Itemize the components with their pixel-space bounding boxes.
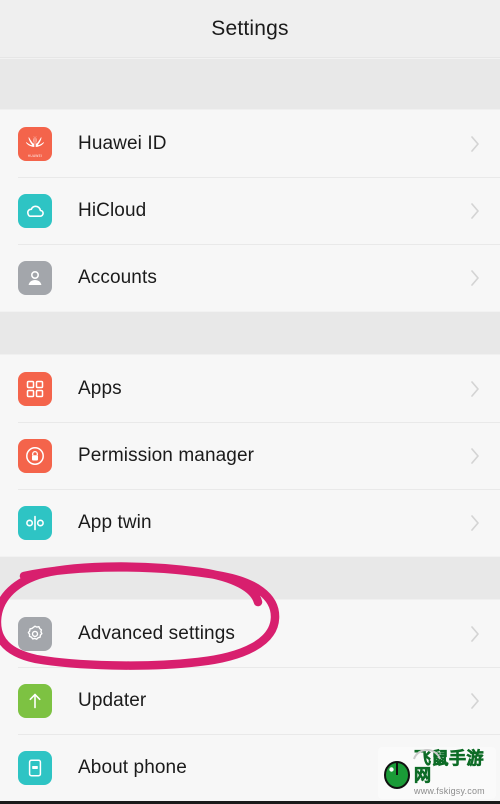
list-item-accounts[interactable]: Accounts bbox=[0, 244, 500, 311]
app-twin-icon bbox=[18, 505, 52, 540]
list-item-label: Permission manager bbox=[78, 444, 255, 466]
phone-info-icon bbox=[18, 750, 52, 785]
mouse-icon bbox=[384, 761, 410, 789]
list-item-hicloud[interactable]: HiCloud bbox=[0, 177, 500, 244]
watermark-url: www.fskigsy.com bbox=[414, 786, 485, 796]
account-group: HUAWEI Huawei ID HiCloud Accounts bbox=[0, 110, 500, 311]
person-icon bbox=[18, 260, 52, 295]
chevron-right-icon bbox=[470, 446, 482, 466]
lock-circle-icon bbox=[18, 438, 52, 473]
list-item-app-twin[interactable]: App twin bbox=[0, 489, 500, 556]
app-grid-icon bbox=[18, 371, 52, 406]
group-spacer-bottom bbox=[0, 556, 500, 600]
list-item-label: Accounts bbox=[78, 266, 157, 288]
list-item-label: Advanced settings bbox=[78, 622, 235, 644]
app-header: Settings bbox=[0, 0, 500, 58]
list-item-updater[interactable]: Updater bbox=[0, 667, 500, 734]
list-item-label: App twin bbox=[78, 511, 152, 533]
list-item-advanced-settings[interactable]: Advanced settings bbox=[0, 600, 500, 667]
list-item-label: Huawei ID bbox=[78, 132, 167, 154]
cloud-icon bbox=[18, 193, 52, 228]
group-spacer-mid bbox=[0, 311, 500, 355]
list-item-huawei-id[interactable]: HUAWEI Huawei ID bbox=[0, 110, 500, 177]
settings-screen: Settings HUAWEI Huawei ID HiCloud Accoun… bbox=[0, 0, 500, 804]
chevron-right-icon bbox=[470, 624, 482, 644]
apps-group: Apps Permission manager App twin bbox=[0, 355, 500, 556]
chevron-right-icon bbox=[470, 691, 482, 711]
list-item-label: HiCloud bbox=[78, 199, 147, 221]
huawei-logo-icon: HUAWEI bbox=[18, 126, 52, 161]
list-item-apps[interactable]: Apps bbox=[0, 355, 500, 422]
chevron-right-icon bbox=[470, 134, 482, 154]
gear-icon bbox=[18, 616, 52, 651]
chevron-right-icon bbox=[470, 201, 482, 221]
list-item-label: Apps bbox=[78, 377, 122, 399]
chevron-right-icon bbox=[470, 268, 482, 288]
huawei-brand-text: HUAWEI bbox=[27, 153, 43, 158]
group-spacer-top bbox=[0, 58, 500, 110]
chevron-right-icon bbox=[470, 513, 482, 533]
page-title: Settings bbox=[211, 16, 289, 40]
list-item-permission-manager[interactable]: Permission manager bbox=[0, 422, 500, 489]
site-watermark: 飞鼠手游网 www.fskigsy.com bbox=[378, 747, 496, 799]
chevron-right-icon bbox=[470, 379, 482, 399]
list-item-label: Updater bbox=[78, 689, 147, 711]
arrow-up-icon bbox=[18, 683, 52, 718]
watermark-arc bbox=[413, 749, 441, 760]
